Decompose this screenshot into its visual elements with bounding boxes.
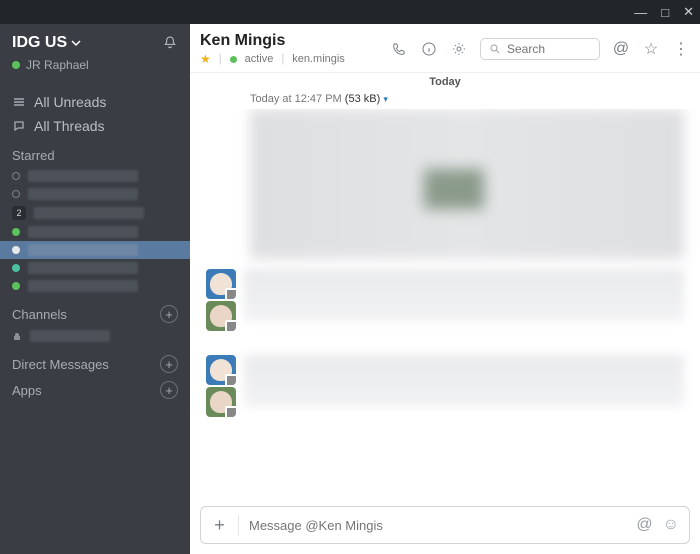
redacted-label xyxy=(28,188,138,200)
mentions-button[interactable]: @ xyxy=(612,40,630,58)
redacted-label xyxy=(28,170,138,182)
starred-heading[interactable]: Starred xyxy=(0,138,190,167)
minimize-button[interactable]: — xyxy=(634,5,647,20)
timestamp: Today at 12:47 PM xyxy=(250,93,342,105)
info-button[interactable] xyxy=(420,40,438,58)
redacted-label xyxy=(28,226,138,238)
gear-icon xyxy=(451,41,467,57)
more-button[interactable]: ⋮ xyxy=(672,40,690,58)
notifications-button[interactable] xyxy=(162,35,178,51)
date-divider: Today xyxy=(190,73,700,91)
channel-item[interactable] xyxy=(0,327,190,345)
username-label: ken.mingis xyxy=(292,53,345,65)
starred-item[interactable]: 2 xyxy=(0,203,190,223)
emoji-button[interactable]: ☺ xyxy=(663,516,679,534)
presence-active-icon xyxy=(12,228,20,236)
message-row xyxy=(190,353,700,419)
at-icon: @ xyxy=(636,516,652,533)
message-composer: + @ ☺ xyxy=(200,506,690,544)
nav-label: All Threads xyxy=(34,118,105,134)
all-unreads-link[interactable]: All Unreads xyxy=(0,90,190,114)
starred-item[interactable] xyxy=(0,277,190,295)
status-label: active xyxy=(245,53,274,65)
call-button[interactable] xyxy=(390,40,408,58)
chevron-down-icon xyxy=(71,38,81,48)
bell-icon xyxy=(162,35,178,51)
starred-item[interactable] xyxy=(0,185,190,203)
workspace-name: IDG US xyxy=(12,34,67,52)
message-list xyxy=(190,109,700,498)
search-input[interactable] xyxy=(507,42,587,56)
starred-item[interactable] xyxy=(0,223,190,241)
file-meta[interactable]: Today at 12:47 PM (53 kB) ▾ xyxy=(190,91,700,109)
phone-icon xyxy=(391,41,407,57)
avatar[interactable] xyxy=(206,387,236,417)
redacted-label xyxy=(28,244,138,256)
add-dm-button[interactable]: + xyxy=(160,355,178,373)
info-icon xyxy=(421,41,437,57)
message-input[interactable] xyxy=(239,518,636,533)
file-size: (53 kB) xyxy=(345,93,380,105)
dms-heading[interactable]: Direct Messages + xyxy=(0,345,190,377)
search-box[interactable] xyxy=(480,38,600,60)
add-app-button[interactable]: + xyxy=(160,381,178,399)
presence-dnd-icon xyxy=(12,264,20,272)
add-channel-button[interactable]: + xyxy=(160,305,178,323)
redacted-label xyxy=(28,262,138,274)
workspace-switcher[interactable]: IDG US xyxy=(12,34,81,52)
more-vertical-icon: ⋮ xyxy=(673,39,689,59)
starred-item-selected[interactable] xyxy=(0,241,190,259)
avatar[interactable] xyxy=(206,269,236,299)
conversation-panel: Ken Mingis ★ | active | ken.mingis xyxy=(190,24,700,554)
close-button[interactable]: ✕ xyxy=(683,4,694,20)
conversation-title[interactable]: Ken Mingis xyxy=(200,32,345,50)
presence-away-icon xyxy=(12,190,20,198)
presence-active-icon xyxy=(230,56,237,63)
all-threads-link[interactable]: All Threads xyxy=(0,114,190,138)
starred-item[interactable] xyxy=(0,167,190,185)
attach-button[interactable]: + xyxy=(201,515,239,536)
message-row xyxy=(190,267,700,333)
presence-active-icon xyxy=(12,246,20,254)
search-icon xyxy=(489,43,501,55)
redacted-message xyxy=(244,355,684,407)
current-user-name: JR Raphael xyxy=(26,58,89,72)
redacted-label xyxy=(30,330,110,342)
starred-item[interactable] xyxy=(0,259,190,277)
presence-away-icon xyxy=(12,172,20,180)
mention-button[interactable]: @ xyxy=(636,516,652,534)
nav-label: All Unreads xyxy=(34,94,106,110)
current-user[interactable]: JR Raphael xyxy=(0,58,190,82)
at-icon: @ xyxy=(613,40,629,58)
smile-icon: ☺ xyxy=(663,516,679,533)
conversation-header: Ken Mingis ★ | active | ken.mingis xyxy=(190,24,700,73)
threads-icon xyxy=(12,119,26,133)
channels-heading[interactable]: Channels + xyxy=(0,295,190,327)
redacted-label xyxy=(34,207,144,219)
apps-heading[interactable]: Apps + xyxy=(0,377,190,403)
unreads-icon xyxy=(12,95,26,109)
star-outline-icon: ☆ xyxy=(644,39,658,59)
presence-active-icon xyxy=(12,282,20,290)
presence-dot-icon xyxy=(12,61,20,69)
redacted-message xyxy=(244,269,684,321)
dropdown-caret-icon[interactable]: ▾ xyxy=(383,94,388,104)
star-icon[interactable]: ★ xyxy=(200,52,211,66)
star-items-button[interactable]: ☆ xyxy=(642,40,660,58)
settings-button[interactable] xyxy=(450,40,468,58)
redacted-label xyxy=(28,280,138,292)
maximize-button[interactable]: □ xyxy=(661,5,669,20)
avatar[interactable] xyxy=(206,355,236,385)
window-titlebar: — □ ✕ xyxy=(0,0,700,24)
unread-badge: 2 xyxy=(12,206,26,220)
sidebar: IDG US JR Raphael All Unreads All Thread… xyxy=(0,24,190,554)
lock-icon xyxy=(12,331,22,341)
image-attachment[interactable] xyxy=(250,109,684,259)
avatar[interactable] xyxy=(206,301,236,331)
